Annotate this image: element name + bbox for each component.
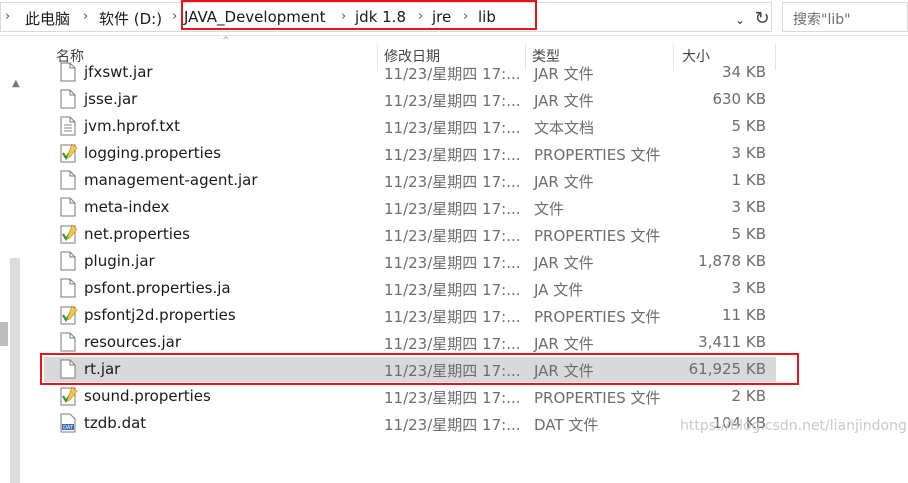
file-date: 11/23/星期四 17:... [384, 281, 521, 299]
file-name: resources.jar [84, 333, 181, 351]
path-highlight-box [181, 0, 537, 30]
file-row[interactable]: psfontj2d.properties 11/23/星期四 17:... PROP… [0, 302, 908, 329]
file-row-selected[interactable]: rt.jar 11/23/星期四 17:... JAR 文件 61,925 KB [0, 353, 908, 385]
file-size: 3,411 KB [698, 333, 766, 351]
file-name: logging.properties [84, 144, 221, 162]
file-type: JAR 文件 [534, 335, 594, 353]
watermark: https://blog.csdn.net/lianjindong0804 [680, 418, 908, 434]
file-name: plugin.jar [84, 252, 155, 270]
file-size: 1 KB [731, 171, 766, 189]
search-input[interactable]: 搜索"lib" [782, 2, 908, 32]
file-size: 3 KB [731, 144, 766, 162]
file-date: 11/23/星期四 17:... [384, 119, 521, 137]
selection-highlight-box [40, 353, 799, 385]
file-row[interactable]: meta-index 11/23/星期四 17:... 文件 3 KB [0, 194, 908, 221]
properties-file-icon [60, 386, 78, 406]
file-date: 11/23/星期四 17:... [384, 146, 521, 164]
file-type: DAT 文件 [534, 416, 599, 434]
breadcrumb-separator-icon[interactable]: › [172, 9, 177, 24]
file-name: psfont.properties.ja [84, 279, 231, 297]
file-row[interactable]: jfxswt.jar 11/23/星期四 17:... JAR 文件 34 KB [0, 59, 908, 86]
file-icon [60, 89, 76, 109]
file-name: management-agent.jar [84, 171, 258, 189]
properties-file-icon [60, 224, 78, 244]
file-size: 5 KB [731, 225, 766, 243]
file-date: 11/23/星期四 17:... [384, 416, 521, 434]
file-row[interactable]: logging.properties 11/23/星期四 17:... PROPER… [0, 140, 908, 167]
breadcrumb-this-pc[interactable]: 此电脑 [25, 8, 70, 29]
file-date: 11/23/星期四 17:... [384, 173, 521, 191]
text-file-icon [60, 116, 76, 136]
file-icon [60, 332, 76, 352]
file-icon [60, 251, 76, 271]
dat-file-icon: DAT [60, 413, 76, 433]
file-row[interactable]: psfont.properties.ja 11/23/星期四 17:... JA 文… [0, 275, 908, 302]
file-icon [60, 170, 76, 190]
file-size: 3 KB [731, 279, 766, 297]
file-row[interactable]: plugin.jar 11/23/星期四 17:... JAR 文件 1,878 KB [0, 248, 908, 275]
file-size: 630 KB [712, 90, 766, 108]
file-date: 11/23/星期四 17:... [384, 254, 521, 272]
file-size: 11 KB [722, 306, 766, 324]
refresh-icon[interactable]: ↻ [751, 8, 773, 30]
file-row[interactable]: resources.jar 11/23/星期四 17:... JAR 文件 3,411… [0, 329, 908, 356]
file-size: 5 KB [731, 117, 766, 135]
chevron-down-icon[interactable]: ⌄ [730, 10, 750, 30]
file-name: jsse.jar [84, 90, 138, 108]
file-row[interactable]: sound.properties 11/23/星期四 17:... PROPERTI… [0, 383, 908, 410]
svg-text:DAT: DAT [63, 425, 74, 431]
file-name: meta-index [84, 198, 170, 216]
file-date: 11/23/星期四 17:... [384, 335, 521, 353]
file-type: JAR 文件 [534, 173, 594, 191]
file-row[interactable]: net.properties 11/23/星期四 17:... PROPERTIES… [0, 221, 908, 248]
file-icon [60, 62, 76, 82]
file-icon [60, 197, 76, 217]
file-type: PROPERTIES 文件 [534, 308, 661, 326]
file-size: 3 KB [731, 198, 766, 216]
properties-file-icon [60, 305, 78, 325]
file-name: psfontj2d.properties [84, 306, 236, 324]
file-type: 文本文档 [534, 119, 595, 137]
file-date: 11/23/星期四 17:... [384, 308, 521, 326]
properties-file-icon [60, 143, 78, 163]
file-name: tzdb.dat [84, 414, 147, 432]
file-date: 11/23/星期四 17:... [384, 227, 521, 245]
file-type: PROPERTIES 文件 [534, 227, 661, 245]
file-row[interactable]: jsse.jar 11/23/星期四 17:... JAR 文件 630 KB [0, 86, 908, 113]
file-type: PROPERTIES 文件 [534, 389, 661, 407]
search-placeholder: 搜索"lib" [793, 12, 851, 28]
file-size: 2 KB [731, 387, 766, 405]
file-name: net.properties [84, 225, 190, 243]
file-type: JA 文件 [534, 281, 584, 299]
file-row[interactable]: jvm.hprof.txt 11/23/星期四 17:... 文本文档 5 KB [0, 113, 908, 140]
breadcrumb-drive-d[interactable]: 软件 (D:) [99, 8, 162, 29]
address-bar: › 此电脑 › 软件 (D:) › JAVA_Development › jdk… [0, 0, 908, 36]
breadcrumb-separator-icon[interactable]: › [83, 9, 88, 24]
file-date: 11/23/星期四 17:... [384, 389, 521, 407]
file-size: 34 KB [722, 63, 766, 81]
file-date: 11/23/星期四 17:... [384, 200, 521, 218]
file-date: 11/23/星期四 17:... [384, 92, 521, 110]
file-icon [60, 278, 76, 298]
breadcrumb-separator-icon[interactable]: › [5, 9, 10, 24]
file-type: JAR 文件 [534, 92, 594, 110]
file-size: 1,878 KB [698, 252, 766, 270]
file-name: sound.properties [84, 387, 211, 405]
file-type: JAR 文件 [534, 254, 594, 272]
file-type: PROPERTIES 文件 [534, 146, 661, 164]
file-date: 11/23/星期四 17:... [384, 65, 521, 83]
file-name: jvm.hprof.txt [84, 117, 181, 135]
file-row[interactable]: management-agent.jar 11/23/星期四 17:... JAR … [0, 167, 908, 194]
file-name: jfxswt.jar [84, 63, 153, 81]
file-list: jfxswt.jar 11/23/星期四 17:... JAR 文件 34 KB jss… [0, 62, 908, 447]
file-type: JAR 文件 [534, 65, 594, 83]
file-type: 文件 [534, 200, 565, 218]
